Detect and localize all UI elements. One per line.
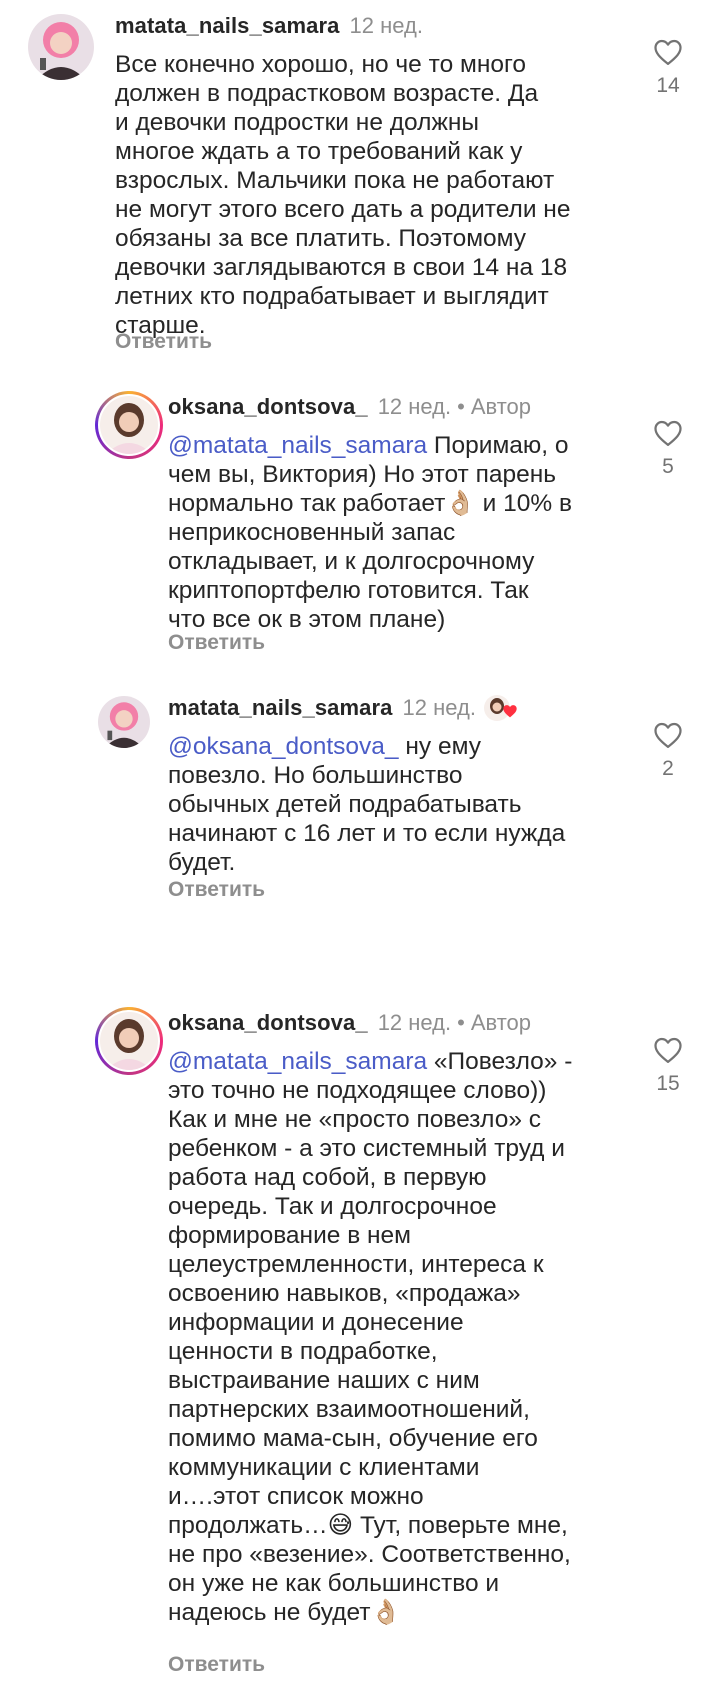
timestamp: 12 нед. (402, 695, 476, 720)
comment-body-first: «Повезло» - (427, 1048, 573, 1075)
avatar[interactable] (95, 391, 163, 459)
comment-body: повезло. Но большинство обычных детей по… (168, 762, 566, 876)
comment-text: @oksana_dontsova_ ну ему повезло. Но бол… (168, 732, 618, 877)
avatar-photo (28, 14, 94, 80)
like-count: 2 (662, 757, 674, 780)
comment-meta: oksana_dontsova_ 12 нед. • Автор (168, 393, 531, 421)
comment-text: @matata_nails_samara «Повезло» - это точ… (168, 1047, 628, 1627)
comment-body: это точно не подходящее слово)) Как и мн… (168, 1077, 571, 1626)
timestamp: 12 нед. (377, 394, 452, 419)
timestamp: 12 нед. (377, 1010, 452, 1035)
avatar-photo (98, 696, 150, 748)
like-control: 5 (648, 419, 688, 479)
heart-outline-icon[interactable] (653, 38, 683, 66)
heart-outline-icon[interactable] (653, 721, 683, 749)
comment-body-first: ну ему (398, 733, 481, 760)
meta-separator: • (457, 394, 465, 419)
like-control: 2 (648, 721, 688, 781)
avatar[interactable] (28, 14, 94, 80)
comment-meta: matata_nails_samara 12 нед. (168, 694, 518, 723)
comment-body: Все конечно хорошо, но че то много долже… (115, 51, 571, 339)
heart-outline-icon[interactable] (653, 1036, 683, 1064)
reply-button[interactable]: Ответить (115, 329, 212, 355)
heart-outline-icon[interactable] (653, 419, 683, 447)
avatar[interactable] (95, 1007, 163, 1075)
comment-meta: matata_nails_samara 12 нед. (115, 12, 423, 40)
comment-body: чем вы, Виктория) Но этот парень нормаль… (168, 461, 573, 633)
liked-by-author-icon (483, 695, 518, 723)
username[interactable]: oksana_dontsova_ (168, 1010, 368, 1035)
username[interactable]: matata_nails_samara (115, 13, 340, 38)
username[interactable]: matata_nails_samara (168, 695, 393, 720)
avatar-photo (100, 1012, 158, 1070)
comment-body-first: Поримаю, о (427, 432, 569, 459)
username[interactable]: oksana_dontsova_ (168, 394, 368, 419)
like-control: 15 (648, 1036, 688, 1096)
like-count: 15 (656, 1072, 680, 1095)
avatar-photo (100, 396, 158, 454)
reply-button[interactable]: Ответить (168, 877, 265, 903)
timestamp: 12 нед. (349, 13, 423, 38)
meta-separator: • (457, 1010, 465, 1035)
mention-link[interactable]: @matata_nails_samara (168, 432, 427, 459)
comment-text: Все конечно хорошо, но че то много долже… (115, 50, 615, 340)
comment-text: @matata_nails_samara Поримаю, о чем вы, … (168, 431, 618, 634)
author-badge: Автор (470, 1010, 532, 1035)
like-count: 5 (662, 455, 674, 478)
like-control: 14 (648, 38, 688, 98)
mention-link[interactable]: @oksana_dontsova_ (168, 733, 399, 760)
avatar[interactable] (98, 696, 150, 748)
author-badge: Автор (470, 394, 532, 419)
reply-button[interactable]: Ответить (168, 630, 265, 656)
mention-link[interactable]: @matata_nails_samara (168, 1048, 427, 1075)
like-count: 14 (656, 74, 680, 97)
reply-button[interactable]: Ответить (168, 1652, 265, 1678)
comment-meta: oksana_dontsova_ 12 нед. • Автор (168, 1009, 531, 1037)
